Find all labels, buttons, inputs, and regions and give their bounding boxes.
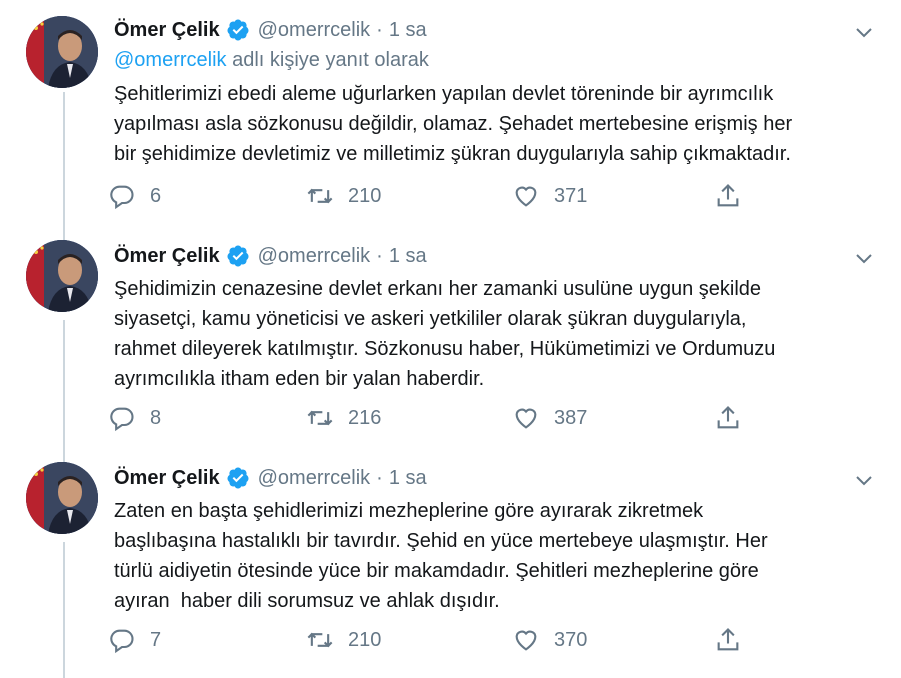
replying-to: @omerrcelik adlı kişiye yanıt olarak [114, 49, 429, 72]
like-button[interactable]: 387 [512, 404, 587, 432]
separator-dot: · [376, 466, 383, 489]
retweet-icon [307, 410, 333, 426]
author-handle[interactable]: @omerrcelik [258, 19, 371, 42]
retweet-count: 216 [348, 406, 382, 429]
thread-connector [63, 542, 65, 678]
tweet-thread: Ömer Çelik @omerrcelik · 1 sa @omerrceli… [0, 0, 901, 678]
like-button[interactable]: 371 [512, 182, 587, 210]
author-handle[interactable]: @omerrcelik [258, 245, 371, 268]
tweet-actions: 6 210 371 [108, 182, 748, 212]
retweet-button[interactable]: 216 [306, 404, 381, 432]
verified-badge-icon [226, 244, 250, 268]
retweet-icon [307, 188, 333, 204]
verified-badge-icon [226, 466, 250, 490]
thread-connector [63, 320, 65, 450]
timestamp[interactable]: 1 sa [389, 19, 427, 42]
retweet-icon [307, 632, 333, 648]
thread-connector [63, 450, 65, 462]
share-button[interactable] [714, 182, 756, 210]
reply-icon [110, 407, 134, 432]
heart-icon [515, 408, 537, 429]
retweet-button[interactable]: 210 [306, 182, 381, 210]
thread-connector [63, 228, 65, 240]
reply-count: 7 [150, 628, 162, 651]
tweet-header: Ömer Çelik @omerrcelik · 1 sa [114, 18, 427, 42]
like-count: 387 [554, 406, 588, 429]
share-button[interactable] [714, 404, 756, 432]
avatar[interactable] [26, 16, 98, 88]
like-count: 370 [554, 628, 588, 651]
author-handle[interactable]: @omerrcelik [258, 467, 371, 490]
chevron-down-icon[interactable] [853, 470, 875, 492]
retweet-count: 210 [348, 628, 382, 651]
tweet-2[interactable]: Ömer Çelik @omerrcelik · 1 sa Şehidimizi… [0, 228, 901, 450]
share-icon [717, 406, 739, 429]
reply-count: 8 [150, 406, 162, 429]
reply-icon [110, 185, 134, 210]
share-icon [717, 184, 739, 207]
heart-icon [515, 186, 537, 207]
avatar[interactable] [26, 240, 98, 312]
retweet-count: 210 [348, 184, 382, 207]
tweet-text: Şehitlerimizi ebedi aleme uğurlarken yap… [114, 83, 793, 165]
tweet-header: Ömer Çelik @omerrcelik · 1 sa [114, 466, 427, 490]
share-button[interactable] [714, 626, 756, 654]
thread-connector [63, 92, 65, 228]
like-count: 371 [554, 184, 588, 207]
tweet-text: Şehidimizin cenazesine devlet erkanı her… [114, 278, 776, 390]
chevron-down-icon[interactable] [853, 248, 875, 270]
tweet-1[interactable]: Ömer Çelik @omerrcelik · 1 sa @omerrceli… [0, 0, 901, 228]
timestamp[interactable]: 1 sa [389, 245, 427, 268]
tweet-header: Ömer Çelik @omerrcelik · 1 sa [114, 244, 427, 268]
share-icon [717, 628, 739, 651]
reply-mention-link[interactable]: @omerrcelik [114, 49, 227, 71]
separator-dot: · [376, 244, 383, 267]
tweet-actions: 8 216 387 [108, 404, 748, 434]
verified-badge-icon [226, 18, 250, 42]
reply-icon [110, 629, 134, 654]
reply-to-label: adlı kişiye yanıt olarak [226, 49, 429, 71]
separator-dot: · [376, 18, 383, 41]
tweet-actions: 7 210 370 [108, 626, 748, 656]
tweet-3[interactable]: Ömer Çelik @omerrcelik · 1 sa Zaten en b… [0, 450, 901, 678]
retweet-button[interactable]: 210 [306, 626, 381, 654]
tweet-text: Zaten en başta şehidlerimizi mezheplerin… [114, 500, 768, 612]
timestamp[interactable]: 1 sa [389, 467, 427, 490]
author-name[interactable]: Ömer Çelik [114, 467, 220, 490]
reply-button[interactable]: 7 [108, 626, 161, 654]
author-name[interactable]: Ömer Çelik [114, 245, 220, 268]
like-button[interactable]: 370 [512, 626, 587, 654]
reply-button[interactable]: 8 [108, 404, 161, 432]
author-name[interactable]: Ömer Çelik [114, 19, 220, 42]
reply-button[interactable]: 6 [108, 182, 161, 210]
heart-icon [515, 630, 537, 651]
chevron-down-icon[interactable] [853, 22, 875, 44]
avatar[interactable] [26, 462, 98, 534]
reply-count: 6 [150, 184, 162, 207]
